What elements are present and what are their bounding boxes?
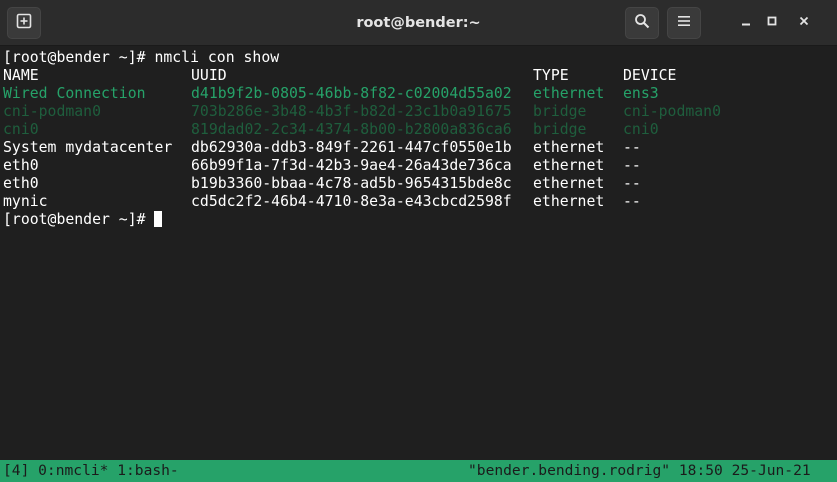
connection-type: bridge [533,103,587,120]
connection-name: mynic [3,193,48,210]
maximize-icon [766,14,778,32]
status-host-time: "bender.bending.rodrig" 18:50 25-Jun-21 [468,462,811,479]
connection-uuid: 66b99f1a-7f3d-42b3-9ae4-26a43de736ca [191,157,512,174]
connection-device: cni-podman0 [623,103,721,120]
connection-type: bridge [533,121,587,138]
connection-name: cni-podman0 [3,103,101,120]
connection-uuid: d41b9f2b-0805-46bb-8f82-c02004d55a02 [191,85,512,102]
close-icon [798,14,810,32]
maximize-button[interactable] [760,11,784,35]
table-row: System mydatacenter db62930a-ddb3-849f-2… [3,139,641,157]
table-row: eth0 b19b3360-bbaa-4c78-ad5b-9654315bde8… [3,175,641,193]
connection-name: cni0 [3,121,39,138]
search-icon [634,13,650,34]
window-title: root@bender:~ [356,15,481,31]
minimize-icon [740,14,752,32]
close-button[interactable] [792,11,816,35]
connection-type: ethernet [533,139,605,156]
prompt-line[interactable]: [root@bender ~]# [3,211,163,229]
connection-name: eth0 [3,157,39,174]
terminal-window: root@bender:~ [root@bender ~]# nmcli con… [0,0,837,482]
header-uuid: UUID [191,67,227,84]
connection-device: -- [623,175,641,192]
connection-device: -- [623,193,641,210]
table-header: NAME UUID TYPE DEVICE [3,67,676,85]
header-name: NAME [3,67,39,84]
minimize-button[interactable] [734,11,758,35]
title-bar[interactable]: root@bender:~ [0,0,837,46]
connection-name: System mydatacenter [3,139,173,156]
connection-uuid: db62930a-ddb3-849f-2261-447cf0550e1b [191,139,512,156]
connection-type: ethernet [533,85,605,102]
header-device: DEVICE [623,67,677,84]
table-row: eth0 66b99f1a-7f3d-42b3-9ae4-26a43de736c… [3,157,641,175]
table-row: cni-podman0 703b286e-3b48-4b3f-b82d-23c1… [3,103,721,121]
connection-type: ethernet [533,175,605,192]
shell-prompt: [root@bender ~]# [3,211,155,228]
connection-uuid: 819dad02-2c34-4374-8b00-b2800a836ca6 [191,121,512,138]
connection-device: cni0 [623,121,659,138]
table-row: cni0 819dad02-2c34-4374-8b00-b2800a836ca… [3,121,659,139]
table-row: Wired Connection d41b9f2b-0805-46bb-8f82… [3,85,659,103]
connection-uuid: cd5dc2f2-46b4-4710-8e3a-e43cbcd2598f [191,193,512,210]
text-cursor [154,211,163,227]
tmux-status-bar: [4] 0:nmcli* 1:bash- "bender.bending.rod… [0,460,837,482]
command-line: [root@bender ~]# nmcli con show [3,49,280,66]
table-row: mynic cd5dc2f2-46b4-4710-8e3a-e43cbcd259… [3,193,641,211]
connection-device: -- [623,139,641,156]
header-type: TYPE [533,67,569,84]
search-button[interactable] [625,7,659,39]
terminal-output[interactable]: [root@bender ~]# nmcli con show NAME UUI… [0,47,837,460]
connection-device: ens3 [623,85,659,102]
connection-uuid: 703b286e-3b48-4b3f-b82d-23c1b0a91675 [191,103,512,120]
connection-device: -- [623,157,641,174]
connection-type: ethernet [533,193,605,210]
status-windows[interactable]: [4] 0:nmcli* 1:bash- [3,460,179,482]
connection-uuid: b19b3360-bbaa-4c78-ad5b-9654315bde8c [191,175,512,192]
connection-name: Wired Connection [3,85,146,102]
hamburger-menu-icon [677,14,691,32]
menu-button[interactable] [667,7,701,39]
connection-name: eth0 [3,175,39,192]
connection-type: ethernet [533,157,605,174]
